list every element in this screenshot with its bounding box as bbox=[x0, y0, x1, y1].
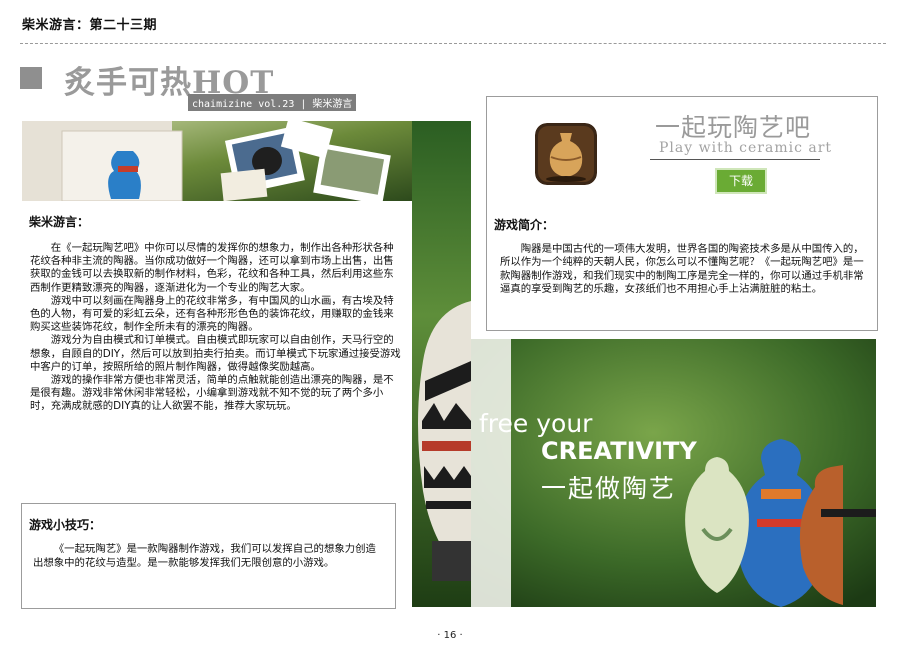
app-subtitle: Play with ceramic art bbox=[659, 140, 833, 156]
editor-note-paragraph: 游戏分为自由模式和订单模式。自由模式即玩家可以自由创作，天马行空的想象，自顾自的… bbox=[30, 334, 401, 373]
tips-title: 游戏小技巧： bbox=[29, 518, 102, 532]
intro-title: 游戏简介： bbox=[494, 218, 555, 232]
page-number: · 16 · bbox=[437, 630, 463, 641]
banner-line-2: CREATIVITY bbox=[541, 437, 697, 465]
editor-note-body: 在《一起玩陶艺吧》中你可以尽情的发挥你的想象力，制作出各种形状各种花纹各种非主流… bbox=[30, 242, 404, 414]
editor-note-paragraph: 游戏中可以刻画在陶器身上的花纹非常多，有中国风的山水画，有古埃及特色的人物，有可… bbox=[30, 294, 394, 334]
pottery-app-icon bbox=[535, 123, 597, 185]
editor-note-paragraph: 游戏的操作非常方便也非常灵活，简单的点触就能创造出漂亮的陶器，是不是很有趣。游戏… bbox=[30, 374, 394, 413]
header-divider bbox=[20, 43, 886, 44]
tips-text: 《一起玩陶艺》是一款陶器制作游戏，我们可以发挥自己的想象力创造出想象中的花纹与造… bbox=[33, 543, 376, 569]
tips-box: 游戏小技巧： 《一起玩陶艺》是一款陶器制作游戏，我们可以发挥自己的想象力创造出想… bbox=[21, 503, 396, 609]
intro-text: 陶器是中国古代的一项伟大发明，世界各国的陶瓷技术多是从中国传入的，所以作为一个纯… bbox=[500, 243, 864, 296]
banner-line-3: 一起做陶艺 bbox=[541, 474, 677, 503]
pottery-photo-strip bbox=[22, 121, 412, 201]
creativity-banner: free your CREATIVITY 一起做陶艺 bbox=[471, 339, 876, 607]
app-title-underline bbox=[650, 159, 820, 160]
editor-note-title: 柴米游言： bbox=[29, 215, 90, 229]
vase-image-strip bbox=[412, 121, 471, 607]
app-title: 一起玩陶艺吧 bbox=[655, 113, 812, 142]
volume-tag: chaimizine vol.23 | 柴米游言 bbox=[188, 94, 357, 111]
download-button[interactable]: 下载 bbox=[715, 168, 767, 194]
magazine-issue-header: 柴米游言：第二十三期 bbox=[22, 18, 158, 33]
banner-line-1: free your bbox=[479, 409, 593, 438]
section-marker bbox=[20, 67, 42, 89]
app-download-box: 一起玩陶艺吧 Play with ceramic art 下载 bbox=[486, 96, 878, 206]
game-intro-box: 游戏简介： 陶器是中国古代的一项伟大发明，世界各国的陶瓷技术多是从中国传入的，所… bbox=[486, 204, 878, 331]
editor-note-section: 柴米游言： 在《一起玩陶艺吧》中你可以尽情的发挥你的想象力，制作出各种形状各种花… bbox=[22, 201, 412, 496]
editor-note-paragraph: 在《一起玩陶艺吧》中你可以尽情的发挥你的想象力，制作出各种形状各种花纹各种非主流… bbox=[30, 242, 394, 294]
